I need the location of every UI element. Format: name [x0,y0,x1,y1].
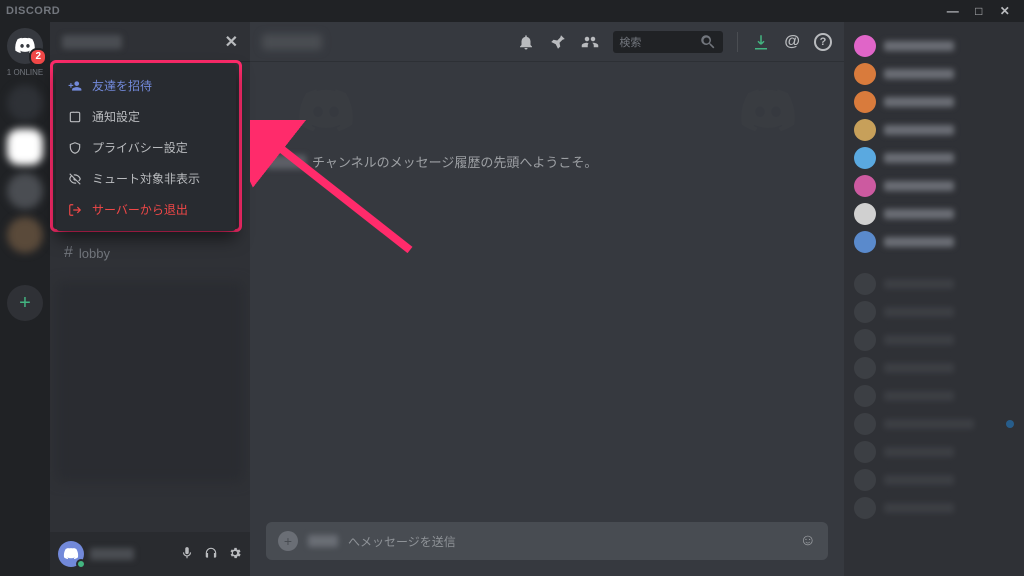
menu-leave-server[interactable]: サーバーから退出 [56,194,236,225]
member-item[interactable] [850,172,1018,200]
welcome-decoration [266,82,828,152]
sidebar-blurred-content [56,282,244,482]
user-settings-button[interactable] [228,546,242,563]
home-button[interactable]: 2 [7,28,43,64]
welcome-message: チャンネルのメッセージ履歴の先頭へようこそ。 [266,152,828,171]
member-item[interactable] [850,116,1018,144]
member-item[interactable] [850,298,1018,326]
online-count-label: 1 ONLINE [7,68,43,77]
window-close-button[interactable]: ✕ [992,4,1018,18]
channel-title-blurred [262,34,322,50]
titlebar: DISCORD — □ ✕ [0,0,1024,22]
discord-logo-icon [738,82,798,142]
message-placeholder: へメッセージを送信 [348,533,456,550]
status-online-icon [76,559,86,569]
channel-sidebar: ✕ 友達を招待 通知設定 プライバシー設定 ミュート対象非表示 [50,22,250,576]
welcome-text: チャンネルのメッセージ履歴の先頭へようこそ。 [312,152,597,171]
menu-label: 友達を招待 [92,77,152,94]
menu-hide-muted[interactable]: ミュート対象非表示 [56,163,236,194]
member-item[interactable] [850,228,1018,256]
server-rail: 2 1 ONLINE + [0,22,50,576]
member-item[interactable] [850,88,1018,116]
server-name-blurred [62,35,122,49]
pin-icon[interactable] [549,33,567,51]
menu-privacy-settings[interactable]: プライバシー設定 [56,132,236,163]
emoji-button[interactable]: ☺ [800,532,816,550]
menu-invite-friends[interactable]: 友達を招待 [56,70,236,101]
channel-name-blurred [266,155,306,169]
mute-mic-button[interactable] [180,546,194,563]
leave-icon [68,203,82,217]
self-avatar[interactable] [58,541,84,567]
search-input[interactable]: 検索 [613,31,723,53]
members-list [844,22,1024,576]
chat-header: 検索 @ ? [250,22,844,62]
add-server-button[interactable]: + [7,285,43,321]
discord-logo-icon [296,82,356,142]
mentions-button[interactable]: @ [784,33,800,51]
window-maximize-button[interactable]: □ [966,4,992,18]
server-avatar[interactable] [7,173,43,209]
download-icon[interactable] [752,33,770,51]
member-item[interactable] [850,32,1018,60]
status-dot-icon [1006,420,1014,428]
menu-label: プライバシー設定 [92,139,188,156]
user-panel [50,532,250,576]
server-avatar[interactable] [7,217,43,253]
eye-off-icon [68,172,82,186]
chat-area: 検索 @ ? チャンネルのメッセージ履歴の先頭へようこそ。 + へメッ [250,22,844,576]
bell-icon[interactable] [517,33,535,51]
member-item[interactable] [850,410,1018,438]
attach-button[interactable]: + [278,531,298,551]
menu-label: サーバーから退出 [92,201,188,218]
window-minimize-button[interactable]: — [940,4,966,18]
hash-icon: # [64,244,73,262]
close-icon[interactable]: ✕ [225,32,238,52]
brand-label: DISCORD [6,5,60,17]
self-username-blurred [90,548,134,560]
shield-icon [68,141,82,155]
microphone-icon [180,546,194,560]
deafen-button[interactable] [204,546,218,563]
menu-label: 通知設定 [92,108,140,125]
divider [737,32,738,52]
member-item[interactable] [850,326,1018,354]
channel-name-blurred [308,535,338,547]
message-input[interactable]: + へメッセージを送信 ☺ [266,522,828,560]
member-item[interactable] [850,382,1018,410]
headphones-icon [204,546,218,560]
person-plus-icon [68,79,82,93]
search-icon [699,33,717,51]
menu-label: ミュート対象非表示 [92,170,200,187]
member-item[interactable] [850,354,1018,382]
gear-icon [228,546,242,560]
member-item[interactable] [850,200,1018,228]
help-button[interactable]: ? [814,33,832,51]
home-badge: 2 [29,48,47,66]
server-header[interactable]: ✕ [50,22,250,62]
members-icon[interactable] [581,33,599,51]
menu-notification-settings[interactable]: 通知設定 [56,101,236,132]
chat-body: チャンネルのメッセージ履歴の先頭へようこそ。 [250,62,844,522]
server-avatar[interactable] [7,85,43,121]
member-item[interactable] [850,438,1018,466]
channel-name: lobby [79,246,110,261]
bell-settings-icon [68,110,82,124]
member-item[interactable] [850,466,1018,494]
member-item[interactable] [850,144,1018,172]
channel-item-lobby[interactable]: # lobby [56,240,244,266]
search-placeholder: 検索 [619,34,699,50]
server-dropdown-menu: 友達を招待 通知設定 プライバシー設定 ミュート対象非表示 サーバーから退出 [56,64,236,231]
member-item[interactable] [850,494,1018,522]
member-item[interactable] [850,270,1018,298]
server-avatar-selected[interactable] [7,129,43,165]
member-item[interactable] [850,60,1018,88]
